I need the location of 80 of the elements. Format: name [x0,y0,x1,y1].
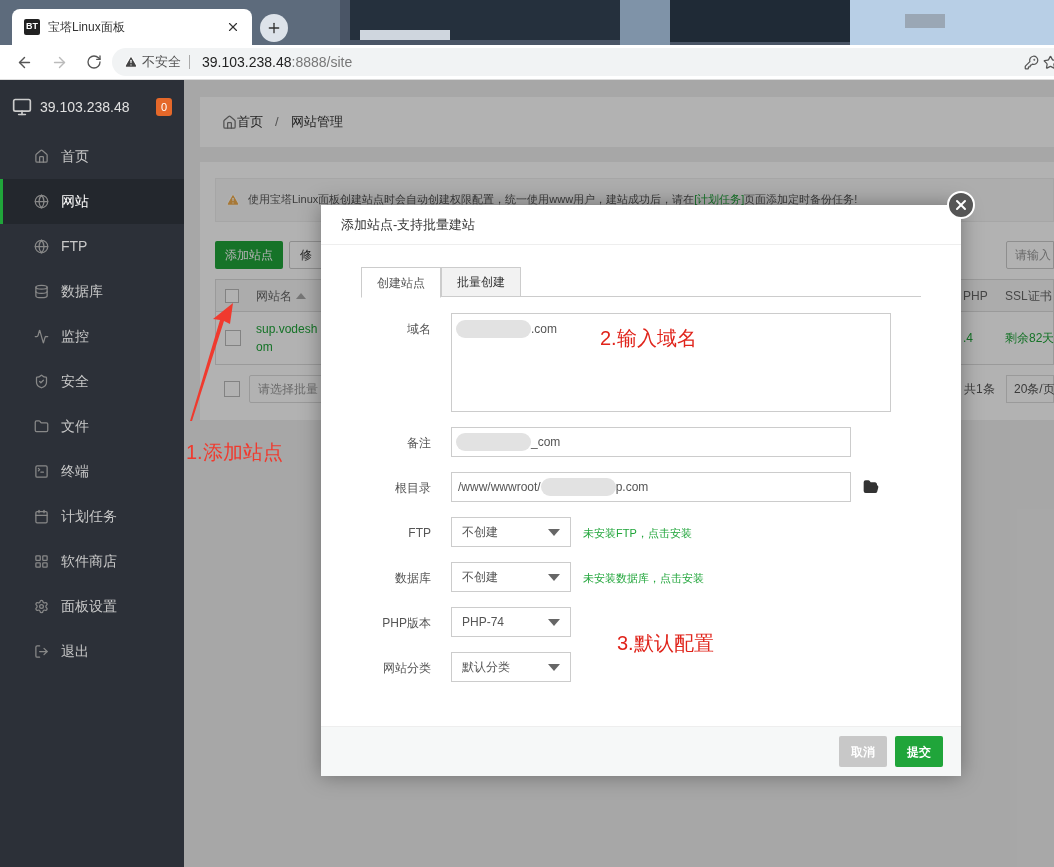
modal-title: 添加站点-支持批量建站 [341,215,476,234]
logout-icon [34,644,49,659]
folder-icon [34,419,49,434]
sidebar-item[interactable]: 文件 [0,404,184,449]
security-label: 不安全 [142,55,190,69]
calendar-icon [34,509,49,524]
sidebar-item[interactable]: 面板设置 [0,584,184,629]
sidebar-item[interactable]: FTP [0,224,184,269]
sidebar-item[interactable]: 终端 [0,449,184,494]
sidebar-item[interactable]: 安全 [0,359,184,404]
path-input[interactable]: /www/wwwroot/ p.com [451,472,851,502]
checkbox[interactable] [224,381,240,397]
url-text: 39.103.238.48:8888/site [201,52,353,72]
folder-icon[interactable] [863,479,879,495]
tab-title: 宝塔Linux面板 [48,19,126,36]
globe-icon [34,194,49,209]
close-icon [953,197,969,213]
address-field[interactable]: 不安全 39.103.238.48:8888/site [112,48,1054,76]
field-label: 根目录 [394,480,431,497]
select-dropdown[interactable]: 不创建 [451,517,571,547]
plus-icon [266,20,282,36]
caret-icon [548,663,560,671]
column-header: SSL证书 [1005,287,1053,305]
annotation-label: 3.默认配置 [617,631,714,656]
tab[interactable]: 创建站点 [361,267,441,298]
sidebar-item[interactable]: 数据库 [0,269,184,314]
warning-icon [226,193,240,207]
sidebar-item[interactable]: 软件商店 [0,539,184,584]
breadcrumb-link[interactable]: 首页 [237,112,263,132]
server-address: 39.103.238.48 [40,97,131,117]
caret-icon [548,528,560,536]
column-header[interactable]: 网站名 [256,286,292,305]
key-icon[interactable] [1024,54,1039,70]
home-icon [34,149,49,164]
notice-text: 使用宝塔Linux面板创建站点时会自动创建权限配置，统一使用www用户，建站成功后，请在[计划任务]页面添加定时备份任务! [248,193,858,205]
monitor-icon [12,97,32,117]
annotation-label: 2.输入域名 [600,326,697,351]
database-icon [34,284,49,299]
warning-icon [124,55,138,69]
home-icon[interactable] [222,114,237,130]
breadcrumb-current: 网站管理 [290,113,343,132]
browser-tab[interactable]: BT 宝塔Linux面板 [12,9,252,45]
caret-icon [548,573,560,581]
terminal-icon [34,464,49,479]
reload-icon[interactable] [86,54,102,70]
grid-icon [34,554,49,569]
close-icon[interactable] [226,20,240,34]
breadcrumb-separator: / [274,113,280,132]
tab[interactable]: 批量创建 [441,267,521,297]
star-icon[interactable] [1043,54,1054,70]
select-dropdown[interactable]: 默认分类 [451,652,571,682]
remark-input[interactable]: _com [451,427,851,457]
column-header: PHP [962,287,989,305]
field-label: 域名 [406,321,431,338]
sidebar-item[interactable]: 退出 [0,629,184,674]
annotation-label: 1.添加站点 [186,440,283,465]
field-label: 网站分类 [382,660,431,677]
toolbar-button[interactable]: 修 [289,241,323,269]
page-size-select[interactable]: 20条/页 [1006,375,1054,403]
globe-icon [34,239,49,254]
field-label: 数据库 [394,570,431,587]
select-dropdown[interactable]: PHP-74 [451,607,571,637]
total-count: 共1条 [963,381,996,398]
field-label: 备注 [406,435,431,452]
field-label: PHP版本 [381,615,431,632]
sidebar-item[interactable]: 网站 [0,179,184,224]
checkbox[interactable] [225,288,239,303]
checkbox[interactable] [225,330,241,346]
sidebar-item[interactable]: 监控 [0,314,184,359]
table-cell-text: 剩余82天 [1005,330,1053,347]
caret-icon [548,618,560,626]
sidebar-item[interactable]: 首页 [0,134,184,179]
gear-icon [34,599,49,614]
favicon: BT [24,19,40,35]
table-cell-text: .4 [962,330,974,347]
select-dropdown[interactable]: 不创建 [451,562,571,592]
chart-icon [34,329,49,344]
shield-icon [34,374,49,389]
sidebar-item[interactable]: 计划任务 [0,494,184,539]
field-label: FTP [407,525,431,542]
